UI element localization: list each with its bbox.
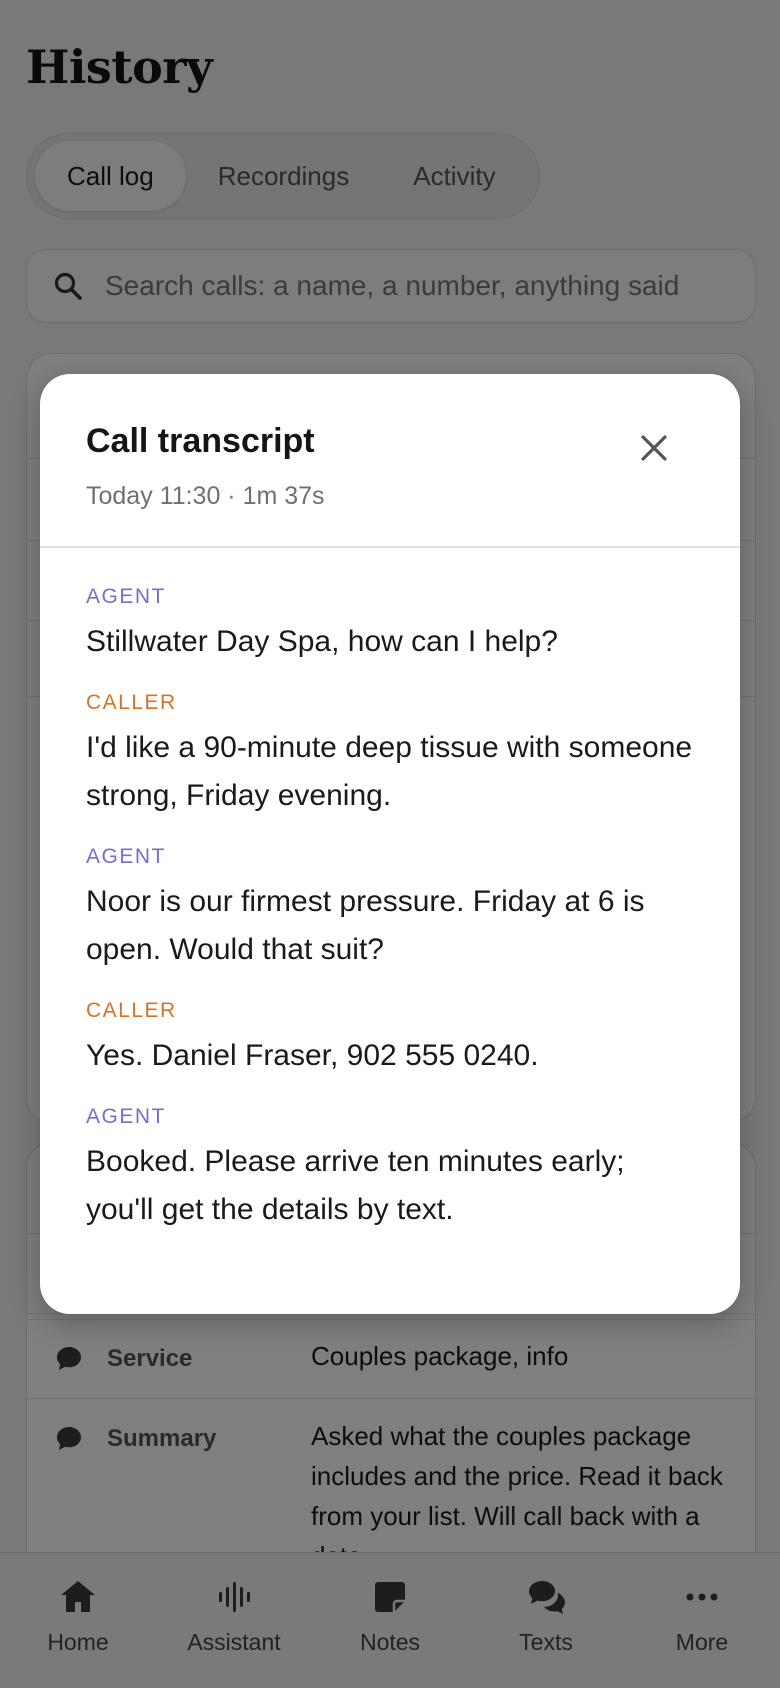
modal-title: Call transcript — [86, 422, 315, 460]
utterance: Yes. Daniel Fraser, 902 555 0240. — [86, 1039, 539, 1072]
speaker-label: AGENT — [86, 845, 166, 868]
utterance: Booked. Please arrive ten minutes early;… — [86, 1145, 625, 1226]
utterance: Noor is our firmest pressure. Friday at … — [86, 885, 645, 966]
transcript: AGENT Stillwater Day Spa, how can I help… — [40, 548, 740, 1234]
speaker-label: CALLER — [86, 691, 177, 714]
utterance: Stillwater Day Spa, how can I help? — [86, 625, 558, 658]
speaker-label: CALLER — [86, 999, 177, 1022]
speaker-label: AGENT — [86, 1105, 166, 1128]
call-meta: Today 11:30 · 1m 37s — [86, 482, 325, 510]
transcript-turn: AGENT Noor is our firmest pressure. Frid… — [86, 844, 694, 974]
utterance: I'd like a 90-minute deep tissue with so… — [86, 731, 693, 812]
transcript-turn: AGENT Stillwater Day Spa, how can I help… — [86, 584, 694, 666]
transcript-turn: CALLER Yes. Daniel Fraser, 902 555 0240. — [86, 998, 694, 1080]
transcript-turn: AGENT Booked. Please arrive ten minutes … — [86, 1104, 694, 1234]
transcript-turn: CALLER I'd like a 90-minute deep tissue … — [86, 690, 694, 820]
close-icon — [641, 435, 667, 461]
speaker-label: AGENT — [86, 585, 166, 608]
close-button[interactable] — [632, 426, 676, 470]
modal-header: Call transcript Today 11:30 · 1m 37s — [40, 374, 740, 548]
call-transcript-modal: Call transcript Today 11:30 · 1m 37s AGE… — [40, 374, 740, 1314]
